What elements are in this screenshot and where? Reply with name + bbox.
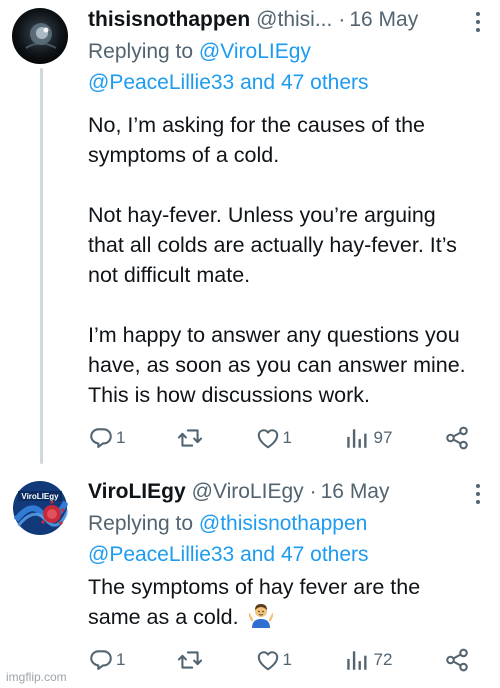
reply-button[interactable]: 1 xyxy=(88,425,125,451)
like-count: 1 xyxy=(282,428,292,447)
view-count: 97 xyxy=(373,428,393,447)
reply-icon xyxy=(88,425,114,451)
tweet-actions: 1 1 97 xyxy=(88,424,470,452)
retweet-icon xyxy=(177,647,203,673)
views-icon xyxy=(344,425,370,451)
mention-others-link[interactable]: @PeaceLillie33 and 47 others xyxy=(88,67,480,98)
reply-icon xyxy=(88,647,114,673)
tweet-date[interactable]: 16 May xyxy=(349,8,418,32)
share-icon xyxy=(444,425,470,451)
tweet-2[interactable]: ViroLIEgy ViroLIEgy @ViroLIEgy · 16 May … xyxy=(0,470,500,688)
tweet-header: thisisnothappen @thisi... · 16 May xyxy=(88,4,480,36)
separator-dot: · xyxy=(338,8,346,31)
views-button[interactable]: 97 xyxy=(344,425,393,451)
watermark: imgflip.com xyxy=(6,670,67,684)
retweet-icon xyxy=(177,425,203,451)
display-name[interactable]: thisisnothappen xyxy=(88,8,250,32)
views-icon xyxy=(344,647,370,673)
like-button[interactable]: 1 xyxy=(255,425,292,451)
tweet-1[interactable]: thisisnothappen @thisi... · 16 May Reply… xyxy=(0,0,500,470)
user-handle[interactable]: @thisi... xyxy=(256,8,332,32)
replying-prefix: Replying to xyxy=(88,40,194,63)
tweet-text: The symptoms of hay fever are the same a… xyxy=(88,572,448,636)
reply-count: 1 xyxy=(116,650,126,669)
tweet-paragraph: Not hay-fever. Unless you’re arguing tha… xyxy=(88,203,457,287)
reply-count: 1 xyxy=(116,428,126,447)
retweet-button[interactable] xyxy=(177,647,203,673)
user-handle[interactable]: @ViroLIEgy xyxy=(192,480,304,504)
avatar-thisisnothappen[interactable] xyxy=(12,8,68,64)
tweet-actions: 1 1 72 xyxy=(88,646,470,674)
display-name[interactable]: ViroLIEgy xyxy=(88,480,186,504)
replying-to: Replying to @thisisnothappen xyxy=(88,508,480,539)
retweet-button[interactable] xyxy=(177,425,203,451)
reply-button[interactable]: 1 xyxy=(88,647,125,673)
heart-icon xyxy=(255,647,281,673)
like-button[interactable]: 1 xyxy=(255,647,292,673)
tweet-paragraph: No, I’m asking for the causes of the sym… xyxy=(88,113,425,167)
share-icon xyxy=(444,647,470,673)
more-icon[interactable] xyxy=(476,484,480,504)
replying-to: Replying to @ViroLIEgy xyxy=(88,36,480,67)
views-button[interactable]: 72 xyxy=(344,647,393,673)
replying-prefix: Replying to xyxy=(88,512,194,535)
like-count: 1 xyxy=(282,650,292,669)
person-shrugging-icon xyxy=(247,602,274,636)
mention-others-link[interactable]: @PeaceLillie33 and 47 others xyxy=(88,539,480,570)
view-count: 72 xyxy=(373,650,393,669)
mention-link[interactable]: @ViroLIEgy xyxy=(199,40,311,63)
tweet-paragraph: I’m happy to answer any questions you ha… xyxy=(88,323,466,407)
tweet-text: No, I’m asking for the causes of the sym… xyxy=(88,110,468,410)
avatar-viroliegy[interactable]: ViroLIEgy xyxy=(12,480,68,536)
separator-dot: · xyxy=(309,480,317,503)
tweet-header: ViroLIEgy @ViroLIEgy · 16 May xyxy=(88,476,480,508)
share-button[interactable] xyxy=(444,425,470,451)
share-button[interactable] xyxy=(444,647,470,673)
tweet-date[interactable]: 16 May xyxy=(321,480,390,504)
more-icon[interactable] xyxy=(476,12,480,32)
avatar-text: ViroLIEgy xyxy=(21,492,59,501)
mention-link[interactable]: @thisisnothappen xyxy=(199,512,367,535)
heart-icon xyxy=(255,425,281,451)
